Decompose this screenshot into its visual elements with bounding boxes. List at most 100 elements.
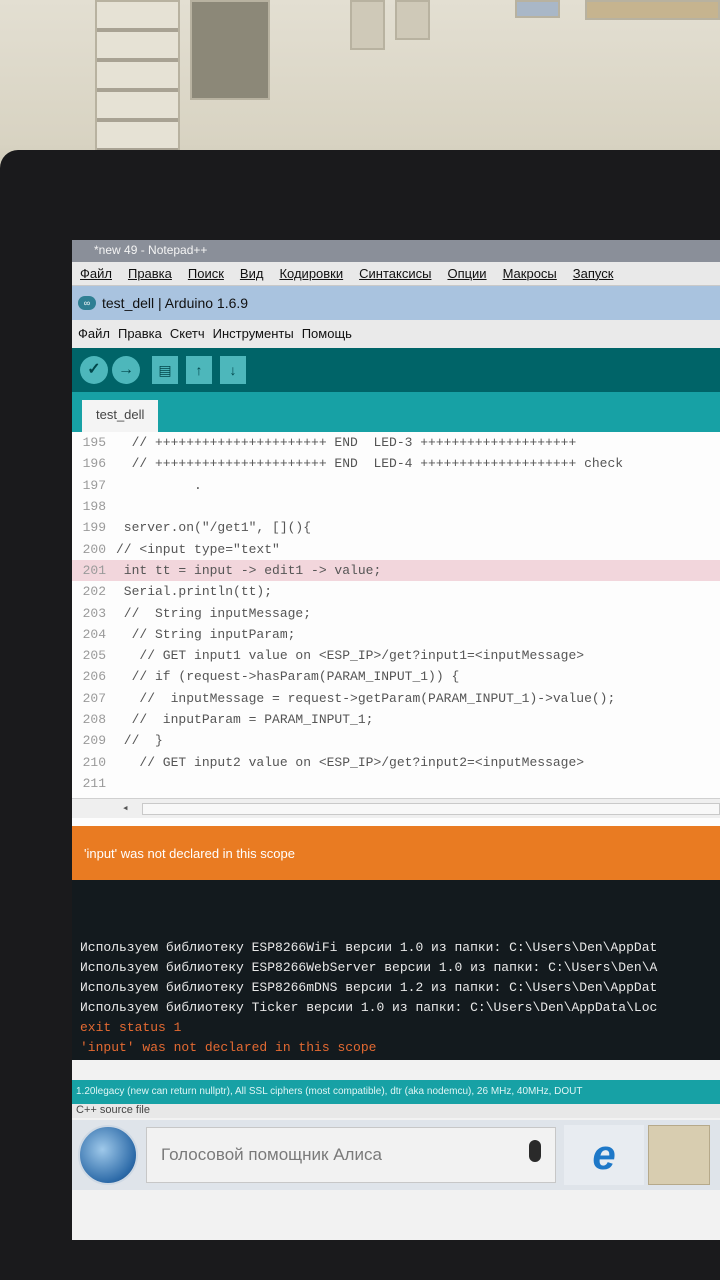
code-line[interactable]: 210 // GET input2 value on <ESP_IP>/get?…: [72, 751, 720, 772]
arduino-title-bar[interactable]: ∞ test_dell | Arduino 1.6.9: [72, 286, 720, 320]
code-text: // inputParam = PARAM_INPUT_1;: [116, 712, 374, 727]
code-line[interactable]: 206 // if (request->hasParam(PARAM_INPUT…: [72, 666, 720, 687]
console-error-line: 'input' was not declared in this scope: [80, 1040, 377, 1055]
line-number: 199: [82, 520, 106, 536]
line-number: 205: [82, 648, 106, 664]
line-number: 197: [82, 477, 106, 493]
assistant-search-placeholder: Голосовой помощник Алиса: [161, 1145, 382, 1164]
code-line[interactable]: 202 Serial.println(tt);: [72, 581, 720, 602]
code-line[interactable]: 208 // inputParam = PARAM_INPUT_1;: [72, 709, 720, 730]
code-text: // <input type="text": [116, 541, 280, 557]
notepad-menu-encoding[interactable]: Кодировки: [279, 266, 343, 281]
console-lines: Используем библиотеку ESP8266WiFi версии…: [80, 938, 712, 1058]
save-sketch-button[interactable]: ↓: [220, 356, 246, 384]
code-text: // ++++++++++++++++++++++ END LED-3 ++++…: [116, 435, 577, 451]
line-number: 203: [82, 605, 106, 621]
code-text: // GET input2 value on <ESP_IP>/get?inpu…: [116, 754, 585, 770]
upload-button[interactable]: →: [112, 356, 140, 384]
line-number: 211: [82, 775, 106, 791]
notepad-title[interactable]: *new 49 - Notepad++: [72, 240, 720, 262]
error-message-bar: 'input' was not declared in this scope: [72, 826, 720, 880]
code-line[interactable]: 196 // ++++++++++++++++++++++ END LED-4 …: [72, 453, 720, 474]
arduino-menu-file[interactable]: Файл: [78, 326, 110, 342]
code-text: // String inputMessage;: [116, 605, 312, 621]
monitor-screen: *new 49 - Notepad++ Файл Правка Поиск Ви…: [72, 240, 720, 1240]
code-editor[interactable]: 195 // ++++++++++++++++++++++ END LED-3 …: [72, 432, 720, 826]
arduino-menu-edit[interactable]: Правка: [118, 326, 162, 342]
console-line: Используем библиотеку ESP8266WebServer в…: [80, 960, 658, 975]
console-line: Используем библиотеку ESP8266WiFi версии…: [80, 940, 658, 955]
microphone-icon[interactable]: [529, 1140, 541, 1162]
code-line[interactable]: 203 // String inputMessage;: [72, 602, 720, 623]
verify-button[interactable]: ✓: [80, 356, 108, 384]
scrollbar-thumb[interactable]: [142, 803, 720, 815]
console-line: Используем библиотеку ESP8266mDNS версии…: [80, 980, 658, 995]
code-text: // String inputParam;: [116, 626, 296, 642]
line-number: 207: [82, 690, 106, 706]
arduino-toolbar: ✓ → ▤ ↑ ↓: [72, 348, 720, 392]
code-text: int tt = input -> edit1 -> value;: [116, 562, 382, 578]
assistant-search-box[interactable]: Голосовой помощник Алиса: [146, 1127, 556, 1183]
notepad-menu: Файл Правка Поиск Вид Кодировки Синтакси…: [72, 262, 720, 286]
arduino-menu-help[interactable]: Помощь: [302, 326, 352, 342]
notepad-menu-options[interactable]: Опции: [447, 266, 486, 281]
wall-poster: [190, 0, 270, 100]
code-text: // }: [116, 733, 163, 749]
line-number: 206: [82, 669, 106, 685]
arduino-menu-tools[interactable]: Инструменты: [213, 326, 294, 342]
code-line[interactable]: 205 // GET input1 value on <ESP_IP>/get?…: [72, 645, 720, 666]
file-type-label: C++ source file: [72, 1104, 720, 1118]
tab-test-dell[interactable]: test_dell: [82, 400, 159, 432]
code-line[interactable]: 207 // inputMessage = request->getParam(…: [72, 688, 720, 709]
file-explorer-icon[interactable]: [648, 1125, 710, 1185]
code-line[interactable]: 209 // }: [72, 730, 720, 751]
console-error-line: exit status 1: [80, 1020, 182, 1035]
notepad-menu-file[interactable]: Файл: [80, 266, 112, 281]
code-text: // inputMessage = request->getParam(PARA…: [116, 690, 616, 706]
console-line: Используем библиотеку Ticker версии 1.0 …: [80, 1000, 658, 1015]
wall-poster: [95, 0, 180, 160]
sketch-tab-bar: test_dell: [72, 392, 720, 432]
code-line[interactable]: 195 // ++++++++++++++++++++++ END LED-3 …: [72, 432, 720, 453]
new-sketch-button[interactable]: ▤: [152, 356, 178, 384]
notepad-menu-run[interactable]: Запуск: [573, 266, 614, 281]
open-sketch-button[interactable]: ↑: [186, 356, 212, 384]
line-number: 208: [82, 712, 106, 727]
code-line[interactable]: 197 .: [72, 475, 720, 496]
notepad-menu-view[interactable]: Вид: [240, 266, 264, 281]
code-line[interactable]: 211: [72, 773, 720, 794]
line-number: 198: [82, 499, 106, 515]
wall-poster: [515, 0, 560, 18]
notepad-menu-syntax[interactable]: Синтаксисы: [359, 266, 431, 281]
output-console: Используем библиотеку ESP8266WiFi версии…: [72, 880, 720, 1060]
scroll-left-icon[interactable]: ◂: [122, 801, 129, 815]
wall-poster: [350, 0, 385, 50]
wall-poster: [585, 0, 720, 20]
horizontal-scrollbar[interactable]: ◂: [72, 798, 720, 818]
line-number: 200: [82, 541, 106, 557]
code-text: server.on("/get1", [](){: [116, 520, 312, 536]
code-text: .: [116, 477, 202, 493]
arduino-logo-icon: ∞: [78, 296, 96, 310]
board-status-bar: 1.20legacy (new can return nullptr), All…: [72, 1080, 720, 1104]
arduino-menu-sketch[interactable]: Скетч: [170, 326, 205, 342]
line-number: 195: [82, 435, 106, 451]
line-number: 204: [82, 626, 106, 642]
code-line[interactable]: 201 int tt = input -> edit1 -> value;: [72, 559, 720, 582]
line-number: 201: [82, 562, 106, 578]
start-button[interactable]: [78, 1125, 138, 1185]
code-line[interactable]: 200 // <input type="text": [72, 538, 720, 559]
notepad-menu-search[interactable]: Поиск: [188, 266, 224, 281]
internet-explorer-icon[interactable]: e: [564, 1125, 644, 1185]
code-text: // GET input1 value on <ESP_IP>/get?inpu…: [116, 648, 585, 664]
code-text: // ++++++++++++++++++++++ END LED-4 ++++…: [116, 456, 624, 472]
code-line[interactable]: 204 // String inputParam;: [72, 624, 720, 645]
code-line[interactable]: 198: [72, 496, 720, 517]
notepad-menu-macros[interactable]: Макросы: [503, 266, 557, 281]
line-number: 210: [82, 754, 106, 770]
line-number: 196: [82, 456, 106, 472]
notepad-menu-edit[interactable]: Правка: [128, 266, 172, 281]
arduino-menu-bar: Файл Правка Скетч Инструменты Помощь: [72, 320, 720, 348]
code-text: // if (request->hasParam(PARAM_INPUT_1))…: [116, 669, 460, 685]
code-line[interactable]: 199 server.on("/get1", [](){: [72, 517, 720, 538]
